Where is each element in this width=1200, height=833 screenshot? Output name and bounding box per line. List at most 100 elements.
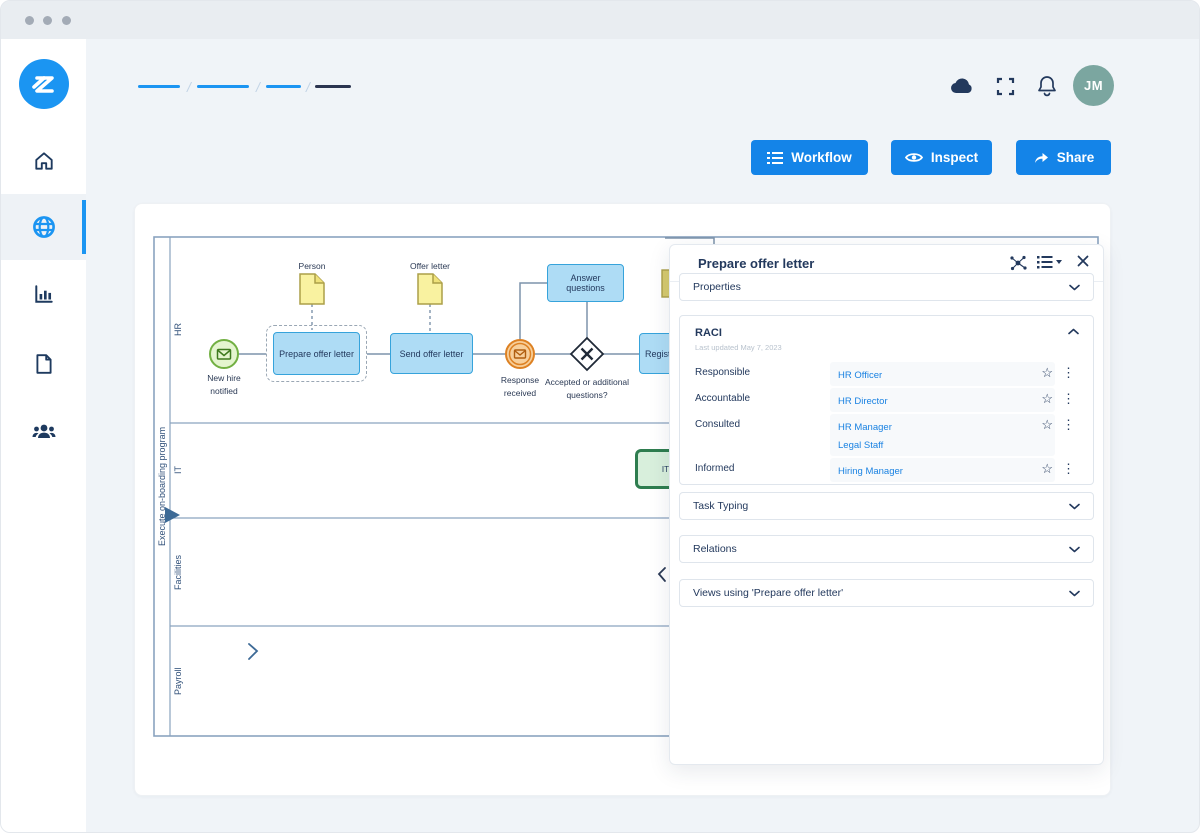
fullscreen-button[interactable] [996,77,1015,96]
raci-row-label: Responsible [695,367,750,378]
kebab-menu-icon[interactable]: ⋮ [1062,365,1075,381]
star-icon[interactable]: ☆ [1041,365,1053,381]
accordion-properties-label: Properties [693,281,741,293]
sidebar-item-home[interactable] [1,128,86,194]
breadcrumb-separator: / [182,79,196,95]
accordion-views-using-label: Views using 'Prepare offer letter' [693,587,843,599]
payroll-expand-chevron[interactable] [249,644,257,659]
relations-graph-button[interactable] [1009,255,1027,271]
raci-value-chip[interactable]: HR Manager Legal Staff [830,414,1055,456]
raci-row-label: Consulted [695,419,740,430]
raci-value-link[interactable]: Legal Staff [838,437,1047,455]
sidebar-item-analytics[interactable] [1,261,86,327]
list-dropdown-icon [1037,255,1063,269]
home-icon [33,150,55,172]
close-icon [1077,255,1089,267]
breadcrumb-item-current [315,85,351,88]
window-dot[interactable] [62,16,71,25]
chevron-up-icon [1068,328,1079,335]
data-object-label: Offer letter [395,260,465,273]
panel-collapse-chevron[interactable] [659,568,665,581]
diagram-canvas[interactable]: Execute on-boarding program HR IT Facili… [134,203,1111,796]
window-dot[interactable] [43,16,52,25]
sidebar [1,39,86,832]
sidebar-item-team[interactable] [1,398,86,464]
window-titlebar [1,1,1200,39]
sync-status-button[interactable] [948,75,976,97]
app-window: / / / JM Workflow [0,0,1200,833]
task-prepare-offer-letter[interactable]: Prepare offer letter [273,332,360,375]
raci-value-chip[interactable]: Hiring Manager [830,458,1055,482]
raci-section: RACI Last updated May 7, 2023 Responsibl… [679,315,1094,485]
accordion-relations-label: Relations [693,543,737,555]
intermediate-event-response[interactable] [506,340,534,368]
workflow-button[interactable]: Workflow [751,140,868,175]
logo-z-icon [28,68,60,100]
accordion-views-using[interactable]: Views using 'Prepare offer letter' [679,579,1094,607]
view-options-button[interactable] [1037,255,1063,269]
share-button[interactable]: Share [1016,140,1111,175]
star-icon[interactable]: ☆ [1041,461,1053,477]
avatar[interactable]: JM [1073,65,1114,106]
raci-row-label: Informed [695,463,734,474]
raci-title: RACI [695,327,722,339]
breadcrumb-item[interactable] [138,85,180,88]
cloud-icon [948,75,976,97]
star-icon[interactable]: ☆ [1041,391,1053,407]
data-object-label: Person [282,260,342,273]
people-icon [32,421,56,441]
fullscreen-icon [996,77,1015,96]
raci-value-link[interactable]: HR Officer [838,367,1047,385]
kebab-menu-icon[interactable]: ⋮ [1062,391,1075,407]
exclusive-gateway[interactable] [571,338,603,370]
raci-row-label: Accountable [695,393,750,404]
bell-icon [1037,75,1057,97]
bar-chart-icon [33,283,55,305]
list-icon [767,151,783,165]
accordion-relations[interactable]: Relations [679,535,1094,563]
detail-panel: Prepare offer letter [669,244,1104,765]
sidebar-item-documents[interactable] [1,331,86,397]
collapse-raci-button[interactable] [1068,328,1079,335]
kebab-menu-icon[interactable]: ⋮ [1062,461,1075,477]
accordion-task-typing[interactable]: Task Typing [679,492,1094,520]
network-icon [1009,255,1027,271]
data-object-person[interactable] [300,274,324,304]
breadcrumb-item[interactable] [197,85,249,88]
star-icon[interactable]: ☆ [1041,417,1053,433]
raci-value-link[interactable]: HR Director [838,393,1047,411]
raci-value-chip[interactable]: HR Officer [830,362,1055,386]
raci-value-link[interactable]: HR Manager [838,419,1047,437]
kebab-menu-icon[interactable]: ⋮ [1062,417,1075,433]
lane-label-facilities: Facilities [171,518,185,626]
panel-title: Prepare offer letter [698,256,814,271]
start-event-new-hire[interactable] [210,340,238,368]
raci-last-updated: Last updated May 7, 2023 [695,343,782,352]
sidebar-item-views[interactable] [1,194,86,260]
lane-label-payroll: Payroll [171,626,185,736]
raci-row-responsible: Responsible HR Officer ☆ ⋮ [695,362,1081,386]
task-answer-questions[interactable]: Answer questions [547,264,624,302]
window-dot[interactable] [25,16,34,25]
start-event-label: New hire notified [194,372,254,398]
inspect-button[interactable]: Inspect [891,140,992,175]
raci-value-link[interactable]: Hiring Manager [838,463,1047,481]
raci-row-informed: Informed Hiring Manager ☆ ⋮ [695,458,1081,482]
chevron-down-icon [1069,284,1080,291]
inspect-button-label: Inspect [931,150,978,165]
pool-label: Execute on-boarding program [154,237,170,736]
breadcrumb-separator: / [251,79,265,95]
accordion-properties[interactable]: Properties [679,273,1094,301]
close-panel-button[interactable] [1077,255,1089,267]
raci-row-accountable: Accountable HR Director ☆ ⋮ [695,388,1081,412]
notifications-button[interactable] [1037,75,1057,97]
raci-value-chip[interactable]: HR Director [830,388,1055,412]
lane-label-hr: HR [171,237,185,423]
app-logo[interactable] [19,59,69,109]
gateway-label: Accepted or additional questions? [531,376,643,402]
task-send-offer-letter[interactable]: Send offer letter [390,333,473,374]
lane-label-it: IT [171,423,185,518]
data-object-offer-letter[interactable] [418,274,442,304]
share-icon [1033,151,1049,165]
breadcrumb-item[interactable] [266,85,301,88]
